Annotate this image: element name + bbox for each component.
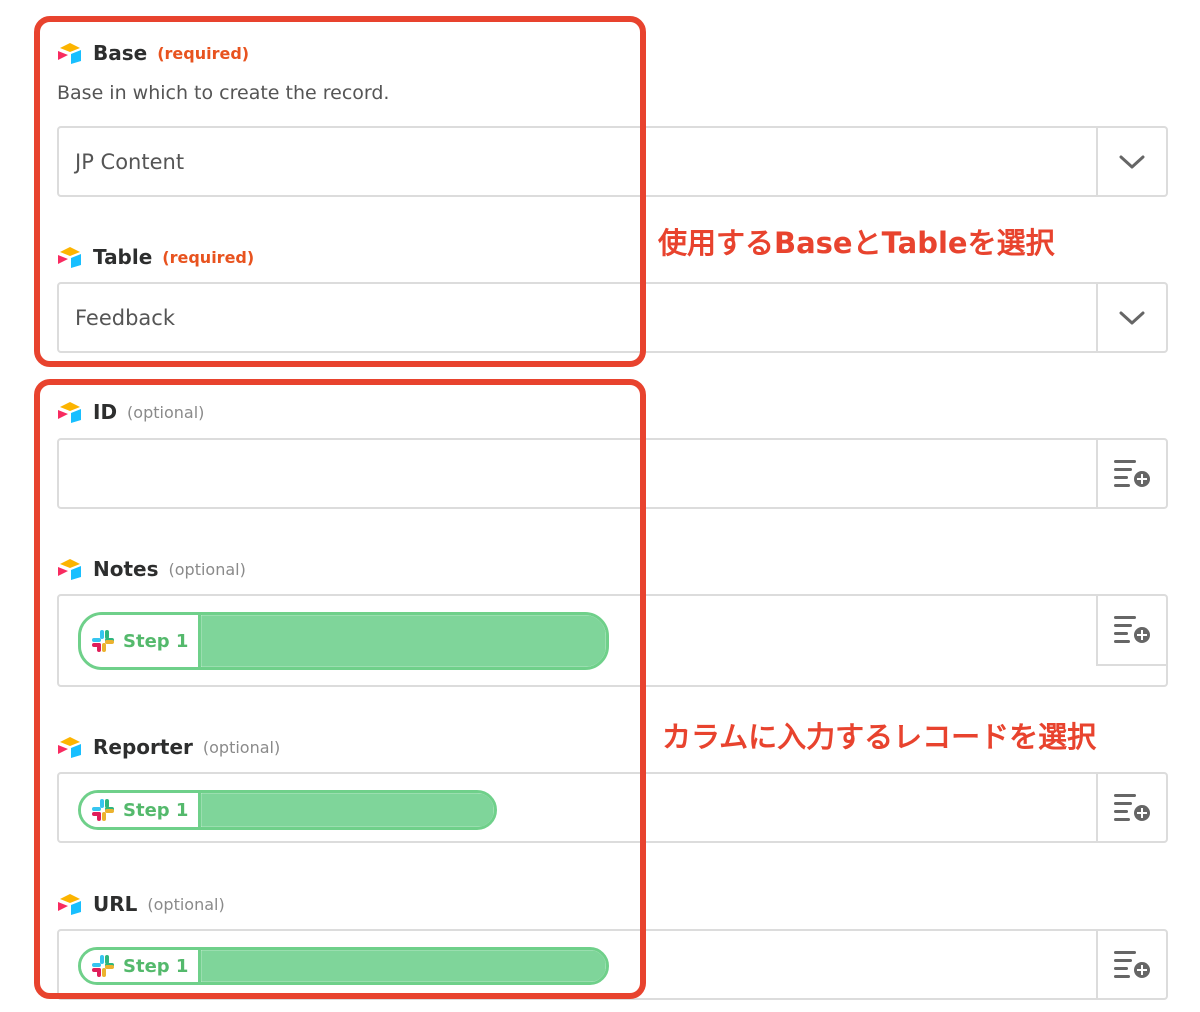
insert-data-icon [1112, 457, 1152, 491]
insert-data-icon [1112, 948, 1152, 982]
notes-insert-data-button[interactable] [1096, 596, 1166, 666]
insert-data-icon [1112, 613, 1152, 647]
base-dropdown-button[interactable] [1096, 128, 1166, 195]
id-insert-data-button[interactable] [1096, 440, 1166, 507]
reporter-insert-data-button[interactable] [1096, 774, 1166, 841]
highlight-frame-columns [34, 379, 646, 999]
url-insert-data-button[interactable] [1096, 931, 1166, 998]
chevron-down-icon [1119, 310, 1145, 326]
insert-data-icon [1112, 791, 1152, 825]
annotation-select-base-table: 使用するBaseとTableを選択 [658, 226, 1055, 260]
table-dropdown-button[interactable] [1096, 284, 1166, 351]
highlight-frame-base-table [34, 16, 646, 367]
chevron-down-icon [1119, 154, 1145, 170]
annotation-select-record: カラムに入力するレコードを選択 [662, 720, 1097, 754]
